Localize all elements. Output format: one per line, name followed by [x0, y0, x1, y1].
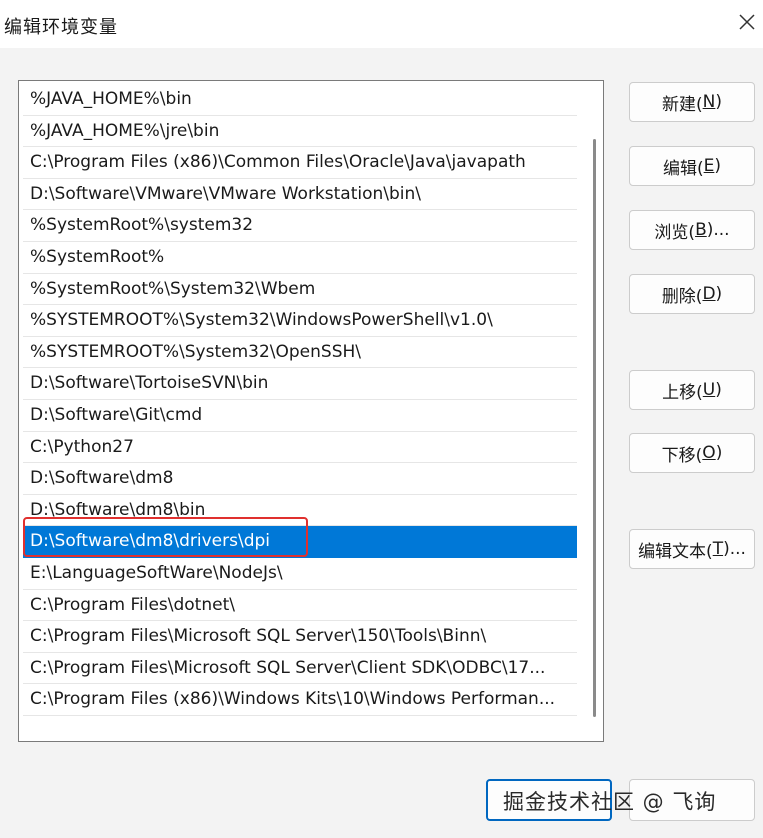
list-item[interactable]: %JAVA_HOME%\bin [23, 84, 577, 116]
dialog-title: 编辑环境变量 [4, 17, 118, 38]
title-bar: 编辑环境变量 [0, 0, 763, 48]
edit-text-button-accel: T [712, 539, 724, 559]
delete-button[interactable]: 删除(D) [629, 274, 755, 314]
list-item[interactable]: C:\Python27 [23, 432, 577, 464]
move-down-button[interactable]: 下移(O) [629, 433, 755, 473]
path-listbox[interactable]: %JAVA_HOME%\bin %JAVA_HOME%\jre\bin C:\Pro… [18, 80, 604, 742]
move-up-button-end: ) [715, 380, 722, 400]
list-item[interactable]: C:\Program Files\Microsoft SQL Server\Cl… [23, 653, 577, 685]
delete-button-accel: D [702, 284, 716, 304]
move-up-button[interactable]: 上移(U) [629, 370, 755, 410]
list-item[interactable]: C:\Program Files\Microsoft SQL Server\15… [23, 621, 577, 653]
edit-text-button[interactable]: 编辑文本(T)... [629, 529, 755, 569]
list-item[interactable]: %SYSTEMROOT%\System32\WindowsPowerShell\… [23, 305, 577, 337]
close-button[interactable] [731, 6, 763, 38]
move-up-button-accel: U [702, 380, 716, 400]
browse-button-end: )... [706, 220, 730, 240]
list-item-selected[interactable]: D:\Software\dm8\drivers\dpi [23, 526, 577, 558]
list-item[interactable]: D:\Software\VMware\VMware Workstation\bi… [23, 179, 577, 211]
delete-button-label: 删除( [661, 286, 703, 307]
list-item[interactable]: C:\Program Files (x86)\Windows Kits\10\W… [23, 684, 577, 716]
list-item[interactable]: D:\Software\dm8 [23, 463, 577, 495]
move-down-button-end: ) [715, 443, 723, 463]
list-item[interactable]: %SystemRoot%\System32\Wbem [23, 274, 577, 306]
edit-button-label: 编辑( [662, 158, 704, 179]
list-item[interactable]: D:\Software\TortoiseSVN\bin [23, 368, 577, 400]
path-list: %JAVA_HOME%\bin %JAVA_HOME%\jre\bin C:\Pro… [23, 84, 577, 716]
edit-text-button-label: 编辑文本( [638, 541, 713, 562]
delete-button-end: ) [715, 284, 723, 304]
list-item[interactable]: E:\LanguageSoftWare\NodeJs\ [23, 558, 577, 590]
list-item[interactable]: C:\Program Files\dotnet\ [23, 590, 577, 622]
new-button-end: ) [715, 92, 722, 112]
move-down-button-accel: O [702, 443, 716, 463]
list-item[interactable]: D:\Software\Git\cmd [23, 400, 577, 432]
browse-button-accel: B [695, 220, 707, 240]
list-item[interactable]: C:\Program Files (x86)\Common Files\Orac… [23, 147, 577, 179]
new-button-label: 新建( [662, 94, 703, 115]
scrollbar-thumb[interactable] [593, 139, 596, 717]
list-item[interactable]: %SYSTEMROOT%\System32\OpenSSH\ [23, 337, 577, 369]
browse-button-label: 浏览( [654, 222, 696, 243]
list-item[interactable]: %JAVA_HOME%\jre\bin [23, 116, 577, 148]
new-button[interactable]: 新建(N) [629, 82, 755, 122]
browse-button[interactable]: 浏览(B)... [629, 210, 755, 250]
vertical-scrollbar[interactable] [591, 83, 599, 739]
list-item[interactable]: %SystemRoot% [23, 242, 577, 274]
edit-button[interactable]: 编辑(E) [629, 146, 755, 186]
watermark-text: 掘金技术社区 @ 飞询 [503, 790, 717, 814]
list-item[interactable]: %SystemRoot%\system32 [23, 210, 577, 242]
edit-button-end: ) [714, 156, 722, 176]
edit-env-variable-dialog: 编辑环境变量 %JAVA_HOME%\bin %JAVA_HOME%\jre\bi… [0, 0, 763, 838]
edit-text-button-end: )... [723, 539, 746, 559]
move-down-button-label: 下移( [661, 445, 703, 466]
move-up-button-label: 上移( [662, 382, 703, 403]
new-button-accel: N [702, 92, 716, 112]
edit-button-accel: E [703, 156, 715, 176]
close-icon [739, 14, 755, 30]
list-item[interactable]: D:\Software\dm8\bin [23, 495, 577, 527]
